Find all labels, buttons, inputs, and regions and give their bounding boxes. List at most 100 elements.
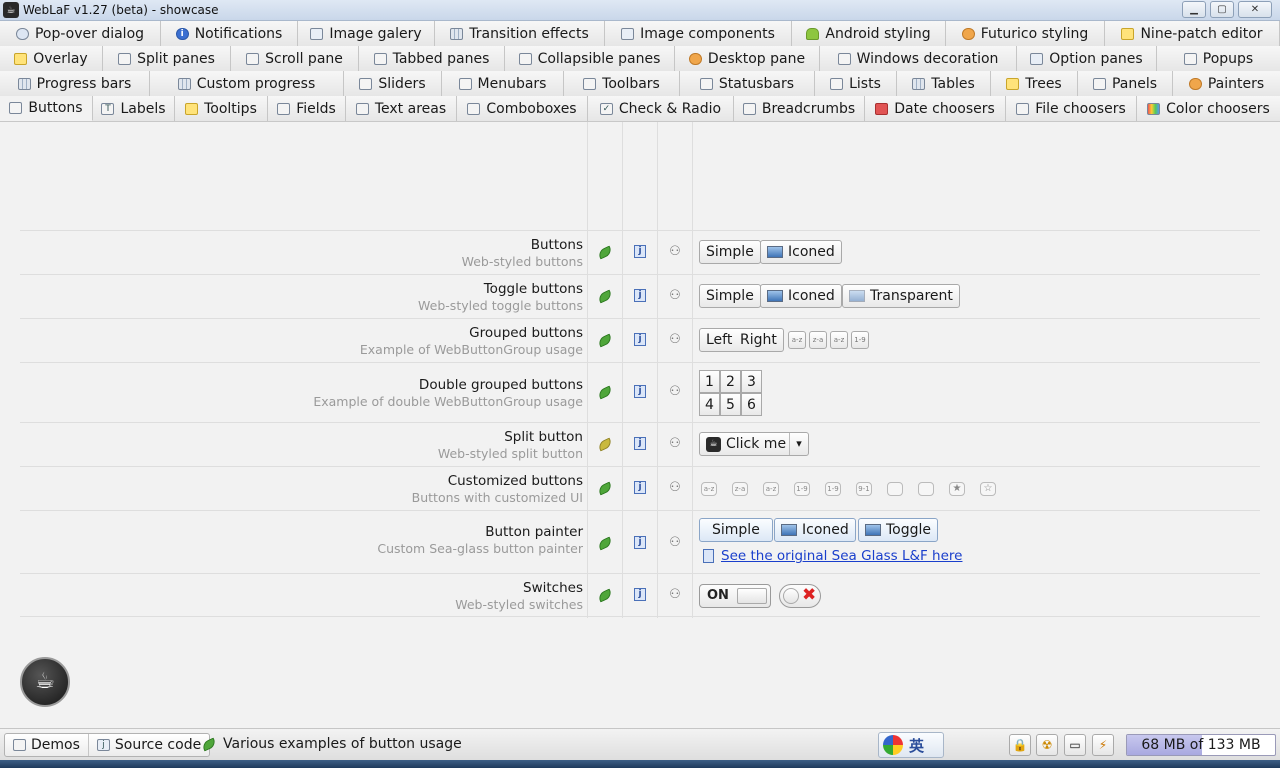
grid-button-1[interactable]: 1	[699, 370, 720, 393]
tab-trees[interactable]: Trees	[991, 71, 1078, 96]
source-code-icon[interactable]: j	[634, 437, 646, 450]
tab-text-areas[interactable]: Text areas	[346, 96, 457, 121]
simple-toggle-button[interactable]: Simple	[699, 284, 761, 308]
tab-file-choosers[interactable]: File choosers	[1006, 96, 1137, 121]
tab-toolbars[interactable]: Toolbars	[564, 71, 680, 96]
share-icon[interactable]: ⚇	[668, 588, 682, 601]
on-switch[interactable]: ON	[699, 584, 771, 608]
breadcrumb-source-code[interactable]: j Source code	[89, 734, 209, 756]
leaf-icon[interactable]	[596, 333, 614, 348]
tab-buttons[interactable]: Buttons	[0, 96, 93, 121]
tab-transition-effects[interactable]: Transition effects	[435, 21, 605, 46]
custom-sort-button[interactable]	[918, 482, 934, 496]
grid-button-4[interactable]: 4	[699, 393, 720, 416]
source-code-icon[interactable]: j	[634, 245, 646, 258]
monitor-icon[interactable]: ▭	[1064, 734, 1086, 756]
tab-image-components[interactable]: Image components	[605, 21, 792, 46]
lock-icon[interactable]: 🔒	[1009, 734, 1031, 756]
sea-glass-link[interactable]: See the original Sea Glass L&F here	[721, 548, 962, 564]
sort-az-icon-button[interactable]: a-z	[788, 331, 806, 349]
tab-notifications[interactable]: i Notifications	[161, 21, 298, 46]
share-icon[interactable]: ⚇	[668, 245, 682, 258]
switch-knob[interactable]	[737, 588, 767, 604]
tab-statusbars[interactable]: Statusbars	[680, 71, 815, 96]
input-method-indicator[interactable]: 英	[878, 732, 944, 758]
tab-comboboxes[interactable]: Comboboxes	[457, 96, 588, 121]
tab-painters[interactable]: Painters	[1173, 71, 1280, 96]
tab-image-galery[interactable]: Image galery	[298, 21, 435, 46]
tab-labels[interactable]: T Labels	[93, 96, 175, 121]
share-icon[interactable]: ⚇	[668, 481, 682, 494]
source-code-icon[interactable]: j	[634, 536, 646, 549]
dropdown-arrow-icon[interactable]: ▾	[789, 433, 808, 455]
leaf-icon[interactable]	[596, 588, 614, 603]
tab-panels[interactable]: Panels	[1078, 71, 1173, 96]
tab-split-panes[interactable]: Split panes	[103, 46, 231, 71]
share-icon[interactable]: ⚇	[668, 333, 682, 346]
leaf-icon[interactable]	[596, 289, 614, 304]
switch-knob[interactable]	[783, 588, 799, 604]
source-code-icon[interactable]: j	[634, 289, 646, 302]
iconed-toggle-button[interactable]: Iconed	[760, 284, 842, 308]
source-code-icon[interactable]: j	[634, 588, 646, 601]
tab-android-styling[interactable]: Android styling	[792, 21, 946, 46]
grid-button-5[interactable]: 5	[720, 393, 741, 416]
tab-overlay[interactable]: Overlay	[0, 46, 103, 71]
coffee-cup-icon[interactable]: ☕	[20, 657, 70, 707]
custom-sort-19-button[interactable]: 1-9	[825, 482, 841, 496]
split-button[interactable]: ☕ Click me ▾	[699, 432, 810, 456]
sort-za-icon-button[interactable]: z-a	[809, 331, 827, 349]
tab-pop-over-dialog[interactable]: Pop-over dialog	[0, 21, 161, 46]
tab-check-radio[interactable]: ✓ Check & Radio	[588, 96, 734, 121]
tab-color-choosers[interactable]: Color choosers	[1137, 96, 1280, 121]
simple-button[interactable]: Simple	[699, 240, 761, 264]
tab-futurico-styling[interactable]: Futurico styling	[946, 21, 1105, 46]
off-switch[interactable]: ✖	[779, 584, 821, 608]
source-code-icon[interactable]: j	[634, 385, 646, 398]
tab-scroll-pane[interactable]: Scroll pane	[231, 46, 359, 71]
leaf-icon[interactable]	[596, 437, 614, 452]
tab-fields[interactable]: Fields	[268, 96, 346, 121]
tab-popups[interactable]: Popups	[1157, 46, 1280, 71]
tab-tooltips[interactable]: Tooltips	[175, 96, 268, 121]
maximize-button[interactable]: ▢	[1210, 1, 1234, 18]
tab-breadcrumbs[interactable]: Breadcrumbs	[734, 96, 865, 121]
close-button[interactable]: ✕	[1238, 1, 1272, 18]
custom-sort-az-button[interactable]: a-z	[701, 482, 717, 496]
custom-sort-button[interactable]	[887, 482, 903, 496]
star-empty-button[interactable]: ☆	[980, 482, 996, 496]
grid-button-6[interactable]: 6	[741, 393, 762, 416]
tab-lists[interactable]: Lists	[815, 71, 897, 96]
star-filled-button[interactable]: ★	[949, 482, 965, 496]
custom-sort-az-button[interactable]: a-z	[763, 482, 779, 496]
sea-glass-simple-button[interactable]: Simple	[699, 518, 773, 542]
tab-collapsible-panes[interactable]: Collapsible panes	[505, 46, 675, 71]
tab-date-choosers[interactable]: Date choosers	[865, 96, 1006, 121]
custom-sort-19-button[interactable]: 1-9	[794, 482, 810, 496]
share-icon[interactable]: ⚇	[668, 385, 682, 398]
share-icon[interactable]: ⚇	[668, 437, 682, 450]
leaf-icon[interactable]	[596, 385, 614, 400]
custom-sort-za-button[interactable]: z-a	[732, 482, 748, 496]
breadcrumb-demos[interactable]: Demos	[5, 734, 89, 756]
sort-19-icon-button[interactable]: 1-9	[851, 331, 869, 349]
tab-nine-patch-editor[interactable]: Nine-patch editor	[1105, 21, 1280, 46]
grid-button-2[interactable]: 2	[720, 370, 741, 393]
tab-progress-bars[interactable]: Progress bars	[0, 71, 150, 96]
leaf-icon[interactable]	[596, 245, 614, 260]
tab-custom-progress[interactable]: Custom progress	[150, 71, 344, 96]
tab-menubars[interactable]: Menubars	[442, 71, 564, 96]
custom-sort-91-button[interactable]: 9-1	[856, 482, 872, 496]
tab-tables[interactable]: Tables	[897, 71, 991, 96]
tab-windows-decoration[interactable]: Windows decoration	[820, 46, 1017, 71]
source-code-icon[interactable]: j	[634, 481, 646, 494]
sea-glass-iconed-button[interactable]: Iconed	[774, 518, 856, 542]
right-group-button[interactable]: Right	[734, 328, 784, 352]
transparent-toggle-button[interactable]: Transparent	[842, 284, 960, 308]
memory-usage-bar[interactable]: 68 MB of 133 MB	[1126, 734, 1276, 756]
plug-icon[interactable]: ⚡	[1092, 734, 1114, 756]
radiation-icon[interactable]: ☢	[1036, 734, 1058, 756]
sea-glass-toggle-button[interactable]: Toggle	[858, 518, 939, 542]
leaf-icon[interactable]	[596, 536, 614, 551]
tab-option-panes[interactable]: Option panes	[1017, 46, 1157, 71]
